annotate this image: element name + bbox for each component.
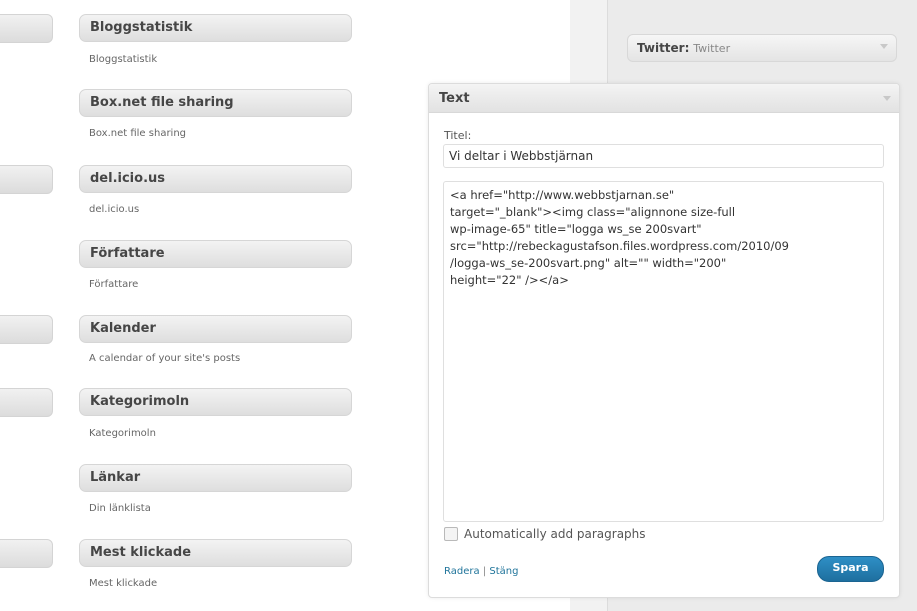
- widget-kategorimoln[interactable]: Kategorimoln: [79, 388, 352, 416]
- content-textarea[interactable]: <a href="http://www.webbstjarnan.se" tar…: [443, 181, 884, 522]
- cut-widget-stub[interactable]: [0, 14, 53, 43]
- widget-description: Bloggstatistik: [89, 54, 158, 65]
- widget-bloggstatistik[interactable]: Bloggstatistik: [79, 14, 352, 42]
- widget-footer-links: Radera | Stäng: [444, 566, 518, 577]
- widget-description: Box.net file sharing: [89, 128, 187, 139]
- twitter-widget-subtitle: Twitter: [693, 42, 731, 55]
- cut-widget-stub[interactable]: [0, 315, 53, 344]
- cut-widget-stub[interactable]: [0, 388, 53, 417]
- widget-description: A calendar of your site's posts: [89, 353, 241, 364]
- collapse-arrow-icon[interactable]: [883, 96, 891, 101]
- widget-forfattare[interactable]: Författare: [79, 240, 352, 268]
- twitter-widget[interactable]: Twitter: Twitter: [627, 34, 897, 62]
- widget-description: del.icio.us: [89, 204, 140, 215]
- text-widget-panel: Text Titel: <a href="http://www.webbstja…: [428, 83, 900, 598]
- widget-box-net[interactable]: Box.net file sharing: [79, 89, 352, 117]
- auto-paragraphs-checkbox[interactable]: [444, 527, 458, 541]
- twitter-widget-title: Twitter:: [637, 41, 690, 55]
- save-button[interactable]: Spara: [817, 556, 884, 582]
- cut-widget-stub[interactable]: [0, 539, 53, 568]
- close-link[interactable]: Stäng: [489, 566, 518, 577]
- link-separator: |: [482, 566, 487, 577]
- widget-kalender[interactable]: Kalender: [79, 315, 352, 343]
- text-widget-header[interactable]: Text: [429, 84, 899, 113]
- auto-paragraphs-row[interactable]: Automatically add paragraphs: [444, 527, 646, 541]
- auto-paragraphs-label: Automatically add paragraphs: [464, 527, 646, 541]
- widget-delicious[interactable]: del.icio.us: [79, 165, 352, 193]
- text-widget-title: Text: [439, 91, 470, 106]
- delete-link[interactable]: Radera: [444, 566, 480, 577]
- widget-mest-klickade[interactable]: Mest klickade: [79, 539, 352, 567]
- widget-description: Författare: [89, 279, 139, 290]
- widget-description: Kategorimoln: [89, 428, 156, 439]
- expand-arrow-icon[interactable]: [880, 44, 888, 49]
- cut-widget-stub[interactable]: [0, 165, 53, 194]
- widget-lankar[interactable]: Länkar: [79, 464, 352, 492]
- widget-description: Mest klickade: [89, 578, 158, 589]
- widget-description: Din länklista: [89, 503, 151, 514]
- title-label: Titel:: [444, 129, 472, 142]
- title-input[interactable]: [443, 144, 884, 168]
